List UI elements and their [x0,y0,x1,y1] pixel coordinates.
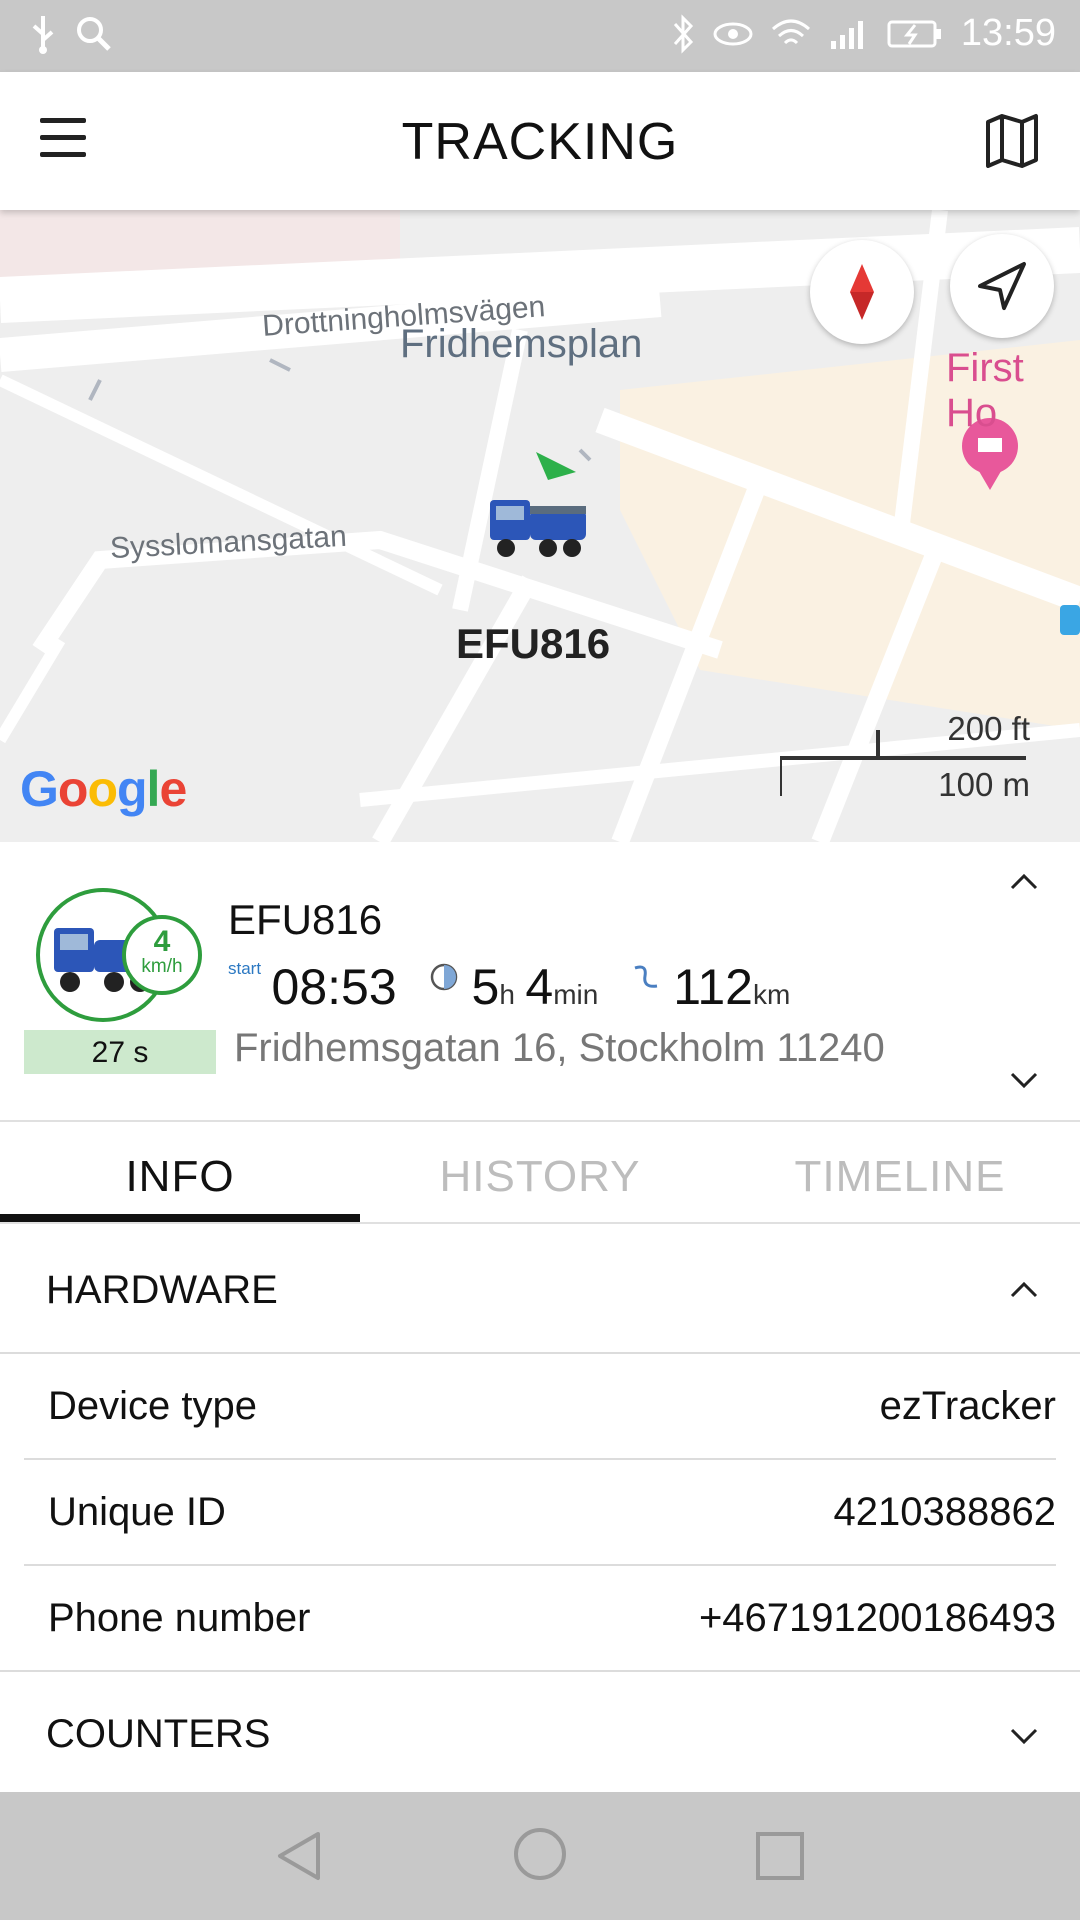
truck-marker-icon [490,500,586,557]
my-location-button[interactable] [950,234,1054,338]
poi-label-first-hotel: First Ho [946,346,1024,435]
row-value: 4210388862 [833,1490,1056,1534]
duration-minutes-unit: min [553,979,599,1010]
chevron-up-icon[interactable] [1008,1280,1040,1300]
tab-info[interactable]: INFO [0,1152,360,1202]
trip-stats: start 08:53 5h 4min 112km [228,958,790,1018]
map-vehicle-label: EFU816 [456,620,611,667]
status-left [30,14,112,54]
info-row-phone-number: Phone number +467191200186493 [0,1566,1056,1672]
home-icon[interactable] [512,1826,568,1882]
row-value: ezTracker [879,1384,1056,1428]
compass-button[interactable] [810,240,914,344]
chevron-down-icon[interactable] [1008,1070,1040,1090]
usb-icon [32,16,54,54]
wifi-icon [771,19,810,44]
page-title: TRACKING [401,113,679,171]
navigation-arrow-icon [978,262,1026,310]
speed-value: 4 [153,925,171,958]
status-bar: 13:59 [0,0,1080,72]
speed-unit: km/h [141,956,183,977]
status-right: 13:59 [671,12,1056,55]
start-time: 08:53 [271,959,397,1015]
section-counters-title: COUNTERS [46,1712,271,1756]
distance-unit: km [752,979,791,1010]
eye-icon [713,22,753,45]
compass-icon [850,264,874,320]
row-key: Phone number [48,1596,311,1640]
street-label-fridhemsplan: Fridhemsplan [400,322,643,366]
recents-icon[interactable] [752,1828,808,1884]
tab-bar: INFO HISTORY TIMELINE [0,1120,1080,1224]
section-counters[interactable]: COUNTERS [0,1672,1080,1790]
map-view[interactable]: Drottningholmsvägen Fridhemsplan Sysslom… [0,210,1080,842]
active-tab-indicator [0,1214,360,1222]
section-hardware-title: HARDWARE [46,1268,278,1312]
map-view-icon[interactable] [984,112,1040,168]
search-icon [77,17,111,51]
clock-icon [430,963,458,991]
status-time: 13:59 [960,12,1056,54]
last-update-badge: 27 s [24,1030,216,1074]
chevron-down-icon[interactable] [1008,1726,1040,1746]
info-row-device-type: Device type ezTracker [24,1354,1056,1460]
signal-icon [830,20,863,49]
tab-history[interactable]: HISTORY [360,1152,720,1202]
speed-badge: 4 km/h [122,915,202,995]
bluetooth-icon [673,13,693,54]
duration-minutes: 4 [525,959,554,1015]
tab-timeline[interactable]: TIMELINE [720,1152,1080,1202]
row-key: Device type [48,1384,257,1428]
app-bar: TRACKING [0,72,1080,210]
system-nav-bar [0,1792,1080,1920]
info-row-unique-id: Unique ID 4210388862 [24,1460,1056,1566]
battery-icon [887,20,941,47]
duration-hours-unit: h [499,979,515,1010]
google-logo: Google [20,761,187,817]
row-key: Unique ID [48,1490,226,1534]
back-icon[interactable] [272,1828,328,1884]
row-value: +467191200186493 [698,1596,1056,1640]
chevron-up-icon[interactable] [1008,872,1040,892]
map-scale: 200 ft 100 m [780,710,1030,810]
duration-hours: 5 [471,959,500,1015]
route-icon [634,965,657,988]
start-label: start [228,959,262,978]
scale-m-label: 100 m [938,766,1030,803]
vehicle-name: EFU816 [228,896,383,943]
section-hardware[interactable]: HARDWARE [0,1226,1080,1354]
vehicle-address: Fridhemsgatan 16, Stockholm 11240 [234,1026,885,1070]
distance-value: 112 [673,959,753,1015]
